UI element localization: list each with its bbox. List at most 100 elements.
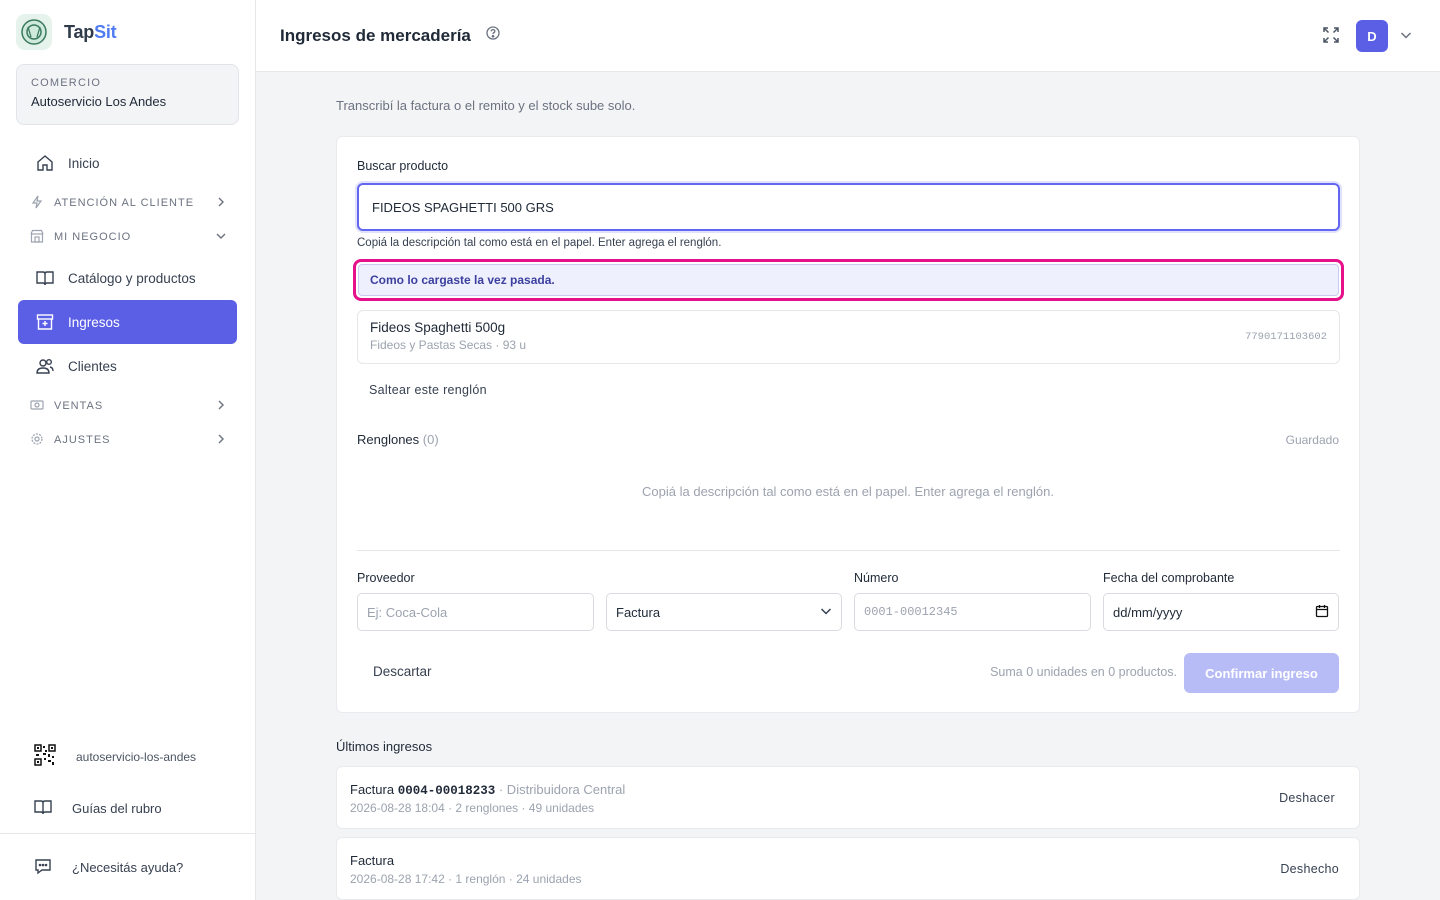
search-input-value: FIDEOS SPAGHETTI 500 GRS <box>372 199 554 215</box>
ingreso-form-card: Buscar producto FIDEOS SPAGHETTI 500 GRS… <box>336 136 1360 713</box>
sidebar-item-ingresos[interactable]: Ingresos <box>18 300 237 344</box>
sidebar: TapSit COMERCIO Autoservicio Los Andes I… <box>0 0 256 900</box>
product-option[interactable]: Fideos Spaghetti 500g Fideos y Pastas Se… <box>357 310 1340 364</box>
sidebar-item-guias[interactable]: Guías del rubro <box>34 798 162 819</box>
recent-item-type: Factura <box>350 853 395 868</box>
fecha-placeholder: dd/mm/yyyy <box>1113 604 1183 620</box>
recent-item-number: 0004-00018233 <box>397 784 496 798</box>
store-selector[interactable]: COMERCIO Autoservicio Los Andes <box>16 64 239 125</box>
chevron-right-icon <box>216 197 226 210</box>
store-name: Autoservicio Los Andes <box>31 94 167 109</box>
suggestion-header: Como lo cargaste la vez pasada. <box>358 264 1339 296</box>
qr-link[interactable]: autoservicio-los-andes <box>34 744 196 769</box>
store-kicker: COMERCIO <box>31 77 102 89</box>
undo-button[interactable]: Deshacer <box>1279 791 1335 805</box>
sidebar-section-label: ATENCIÓN AL CLIENTE <box>54 197 195 209</box>
topbar-actions: D <box>1322 20 1412 52</box>
summary-text: Suma 0 unidades en 0 productos. <box>990 665 1177 679</box>
sidebar-item-label: Guías del rubro <box>72 801 162 816</box>
sidebar-item-catalogo[interactable]: Catálogo y productos <box>18 256 237 300</box>
recent-item-title: Factura <box>350 853 394 868</box>
page-subtitle: Transcribí la factura o el remito y el s… <box>336 98 636 113</box>
fecha-input[interactable]: dd/mm/yyyy <box>1103 593 1339 631</box>
recent-item-meta: 2026-08-28 18:04 · 2 renglones · 49 unid… <box>350 801 595 815</box>
divider <box>357 550 1340 551</box>
sidebar-section-ajustes[interactable]: AJUSTES <box>30 430 226 450</box>
expand-icon[interactable] <box>1322 26 1340 47</box>
numero-placeholder: 0001-00012345 <box>864 605 958 619</box>
tipo-select[interactable]: Factura <box>606 593 842 631</box>
recent-item: Factura 2026-08-28 17:42 · 1 renglón · 2… <box>336 837 1360 900</box>
suggestion-highlight[interactable]: Como lo cargaste la vez pasada. <box>353 259 1344 301</box>
proveedor-placeholder: Ej: Coca-Cola <box>367 604 448 620</box>
recent-item: Factura 0004-00018233 · Distribuidora Ce… <box>336 766 1360 829</box>
bolt-icon <box>30 195 44 212</box>
chevron-down-icon[interactable] <box>1400 29 1412 44</box>
brand[interactable]: TapSit <box>16 14 117 50</box>
search-label: Buscar producto <box>357 159 449 173</box>
recent-item-meta: 2026-08-28 17:42 · 1 renglón · 24 unidad… <box>350 872 582 886</box>
numero-label: Número <box>854 571 899 585</box>
chevron-down-icon <box>820 605 832 620</box>
sidebar-section-ventas[interactable]: VENTAS <box>30 396 226 416</box>
sidebar-section-label: AJUSTES <box>54 434 111 446</box>
sidebar-section-label: VENTAS <box>54 400 104 412</box>
book-icon <box>34 798 52 819</box>
page-title: Ingresos de mercadería <box>280 25 501 46</box>
discard-button[interactable]: Descartar <box>373 664 432 679</box>
cash-icon <box>30 398 44 415</box>
sidebar-divider <box>0 833 256 834</box>
sidebar-item-clientes[interactable]: Clientes <box>18 344 237 388</box>
brand-name: TapSit <box>64 21 117 42</box>
inbox-icon <box>36 313 54 331</box>
sidebar-item-label: Catálogo y productos <box>68 270 196 286</box>
help-link[interactable]: ¿Necesitás ayuda? <box>34 857 183 878</box>
recent-item-title: Factura 0004-00018233 · Distribuidora Ce… <box>350 782 625 798</box>
numero-input[interactable]: 0001-00012345 <box>854 593 1091 631</box>
product-barcode: 7790171103602 <box>1245 331 1327 343</box>
topbar: Ingresos de mercadería D <box>256 0 1440 72</box>
tipo-select-value: Factura <box>616 604 661 620</box>
chevron-right-icon <box>216 434 226 447</box>
fecha-label: Fecha del comprobante <box>1103 571 1235 585</box>
search-input[interactable]: FIDEOS SPAGHETTI 500 GRS <box>357 183 1340 231</box>
sidebar-section-mi-negocio[interactable]: MI NEGOCIO <box>30 227 226 247</box>
help-label: ¿Necesitás ayuda? <box>72 860 184 875</box>
product-name: Fideos Spaghetti 500g <box>370 320 506 335</box>
home-icon <box>36 154 54 172</box>
skip-row-button[interactable]: Saltear este renglón <box>369 383 487 397</box>
store-icon <box>30 229 44 246</box>
chevron-down-icon <box>216 231 226 244</box>
sidebar-item-label: Ingresos <box>68 314 120 330</box>
chevron-right-icon <box>216 400 226 413</box>
rows-title: Renglones (0) <box>357 432 439 447</box>
sidebar-section-label: MI NEGOCIO <box>54 231 132 243</box>
proveedor-label: Proveedor <box>357 571 415 585</box>
empty-rows-message: Copiá la descripción tal como está en el… <box>642 484 1054 499</box>
save-status: Guardado <box>1285 433 1339 447</box>
recent-item-type: Factura <box>350 782 395 797</box>
proveedor-input[interactable]: Ej: Coca-Cola <box>357 593 594 631</box>
search-hint: Copiá la descripción tal como está en el… <box>357 237 722 249</box>
qr-slug: autoservicio-los-andes <box>76 749 197 764</box>
sidebar-section-atencion[interactable]: ATENCIÓN AL CLIENTE <box>30 193 226 213</box>
sidebar-item-label: Inicio <box>68 155 100 171</box>
sidebar-item-inicio[interactable]: Inicio <box>18 141 237 185</box>
rows-label: Renglones <box>357 432 420 447</box>
chat-icon <box>34 857 52 878</box>
book-icon <box>36 269 54 287</box>
product-meta: Fideos y Pastas Secas · 93 u <box>370 338 527 352</box>
page-title-text: Ingresos de mercadería <box>280 25 471 45</box>
recent-item-provider: · Distribuidora Central <box>498 782 626 797</box>
recent-title: Últimos ingresos <box>336 739 433 754</box>
avatar[interactable]: D <box>1356 20 1388 52</box>
brand-logo-icon <box>16 14 52 50</box>
sidebar-item-label: Clientes <box>68 358 117 374</box>
calendar-icon[interactable] <box>1315 604 1329 621</box>
users-icon <box>36 357 54 375</box>
rows-count: (0) <box>422 432 439 447</box>
help-circle-icon[interactable] <box>485 25 501 46</box>
confirm-button[interactable]: Confirmar ingreso <box>1184 653 1339 693</box>
undone-status: Deshecho <box>1280 862 1339 876</box>
qr-icon <box>34 744 56 769</box>
